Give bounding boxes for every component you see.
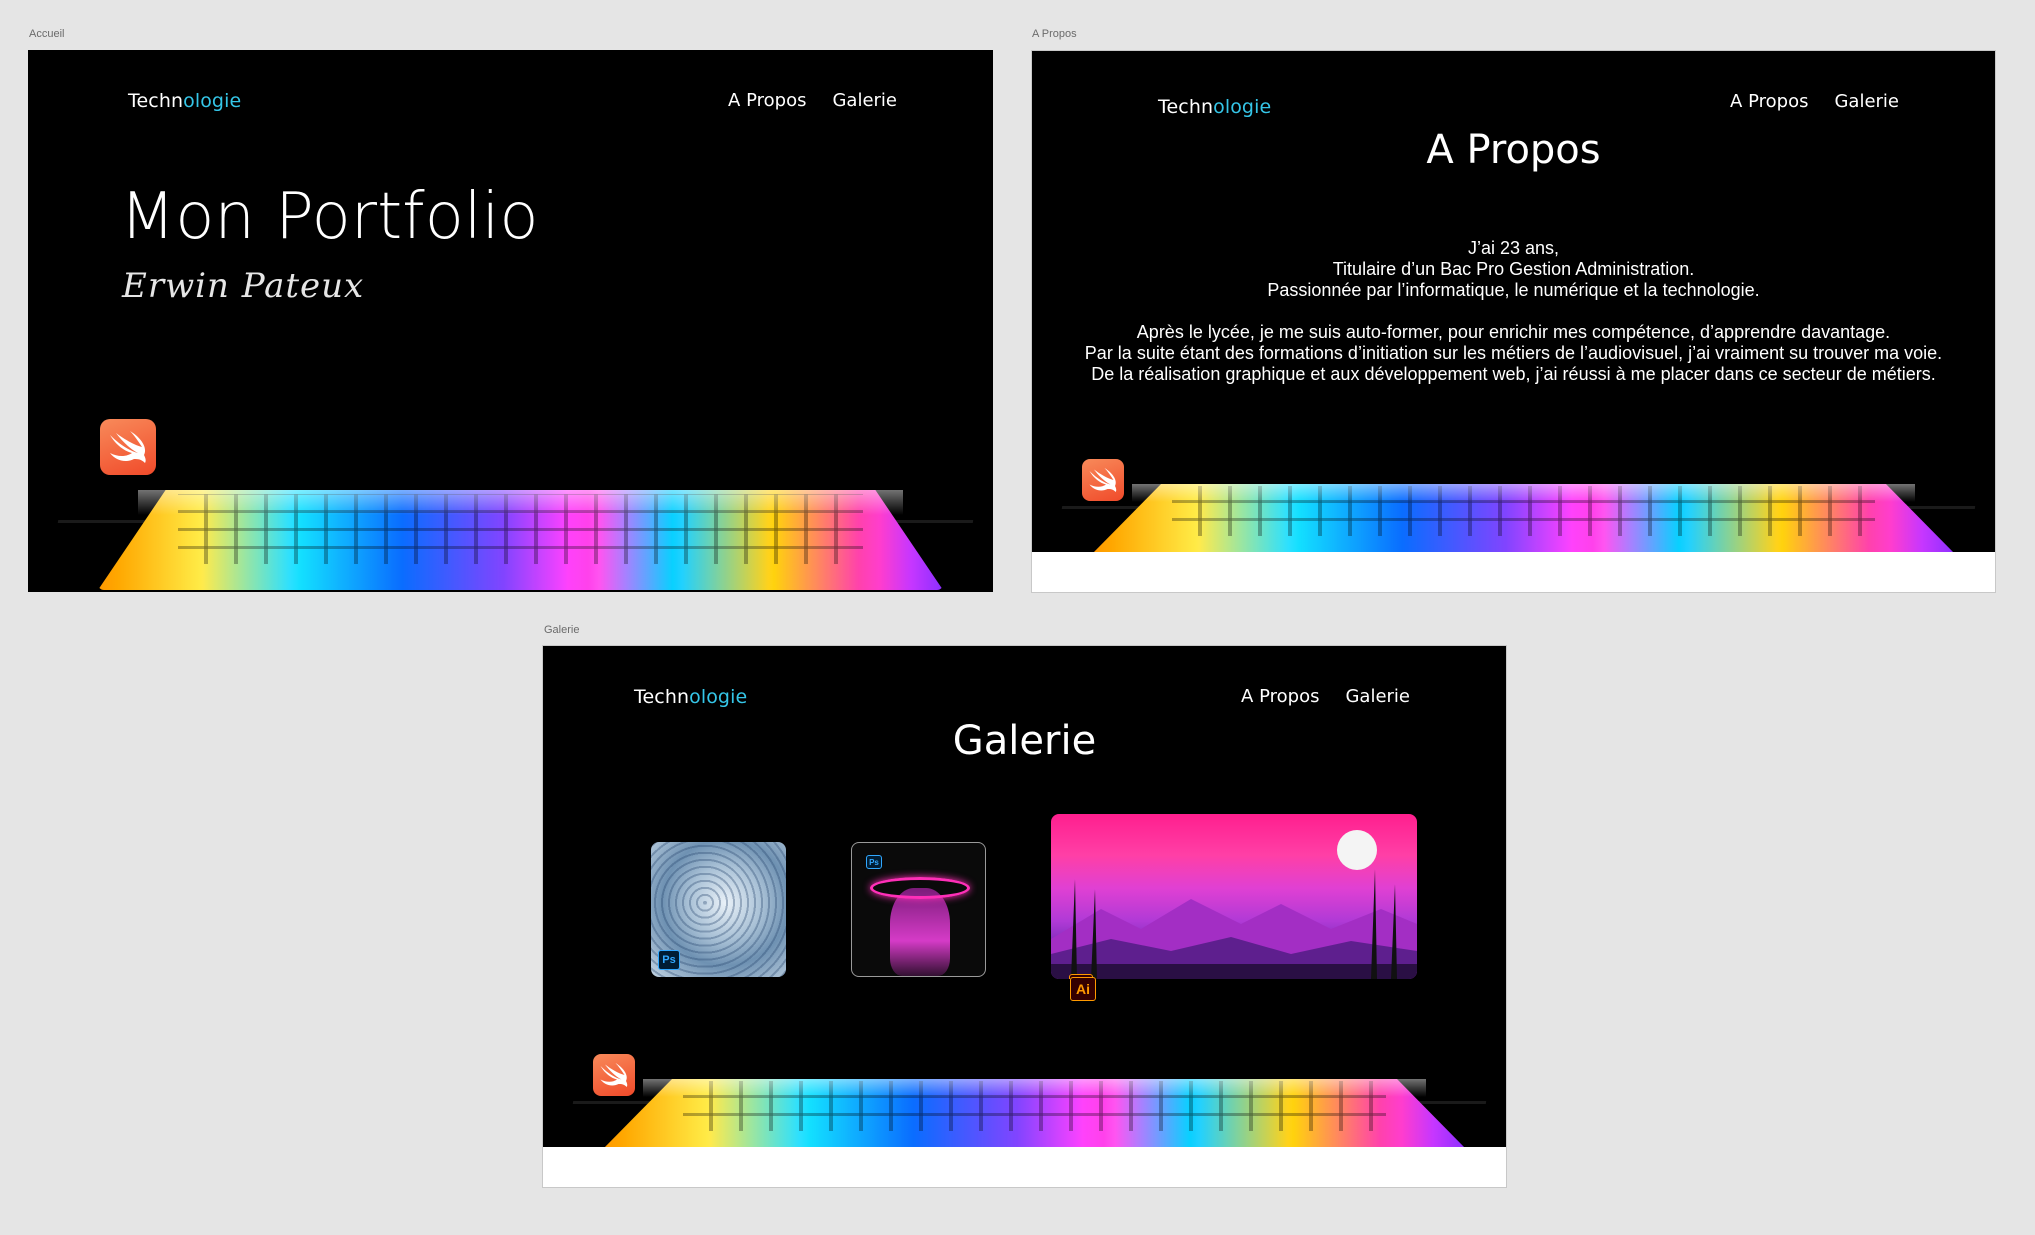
nav-link-a-propos[interactable]: A Propos: [728, 90, 806, 111]
logo[interactable]: Technologie: [128, 90, 241, 112]
keyboard-illustration: [543, 1071, 1506, 1149]
logo-text-main: Techn: [634, 686, 690, 708]
logo-text-main: Techn: [1158, 96, 1214, 118]
main-nav: A Propos Galerie: [1730, 91, 1899, 112]
mountain-illustration: [1051, 869, 1417, 979]
about-line: Passionnée par l’informatique, le numéri…: [1267, 280, 1760, 300]
about-line: J’ai 23 ans,: [1467, 238, 1560, 258]
illustrator-icon: Ai: [1070, 977, 1096, 1001]
logo[interactable]: Technologie: [1158, 96, 1271, 118]
logo[interactable]: Technologie: [634, 686, 747, 708]
about-line: De la réalisation graphique et aux dével…: [1091, 364, 1936, 384]
hero-subtitle: Erwin Pateux: [122, 266, 365, 306]
page-footer-area: [1032, 552, 1995, 592]
logo-text-main: Techn: [128, 90, 184, 112]
nav-link-galerie[interactable]: Galerie: [1345, 686, 1410, 707]
main-nav: A Propos Galerie: [1241, 686, 1410, 707]
about-text: J’ai 23 ans, Titulaire d’un Bac Pro Gest…: [1032, 238, 1995, 385]
swift-icon: [593, 1054, 635, 1096]
swift-icon: [1082, 459, 1124, 501]
gallery-image-landscape[interactable]: Ai: [1051, 814, 1417, 979]
page-title: A Propos: [1426, 127, 1601, 173]
frame-galerie[interactable]: Technologie A Propos Galerie Galerie Ps …: [542, 645, 1507, 1188]
about-line: Titulaire d’un Bac Pro Gestion Administr…: [1332, 259, 1695, 279]
page-footer-area: [543, 1147, 1506, 1187]
logo-text-accent: ologie: [183, 90, 242, 112]
nav-link-galerie[interactable]: Galerie: [1834, 91, 1899, 112]
frame-accueil[interactable]: Technologie A Propos Galerie Mon Portfol…: [28, 50, 993, 592]
gallery-image-neon-halo[interactable]: Ps: [851, 842, 986, 977]
main-nav: A Propos Galerie: [728, 90, 897, 111]
frame-label-apropos: A Propos: [1032, 28, 1077, 40]
about-line: Après le lycée, je me suis auto-former, …: [1136, 322, 1891, 342]
nav-link-galerie[interactable]: Galerie: [832, 90, 897, 111]
keyboard-illustration: [1032, 476, 1995, 554]
frame-a-propos[interactable]: Technologie A Propos Galerie A Propos J’…: [1031, 50, 1996, 593]
photoshop-icon: Ps: [658, 950, 680, 970]
gallery-image-smoke-portrait[interactable]: Ps: [651, 842, 786, 977]
page-title: Galerie: [952, 718, 1097, 764]
logo-text-accent: ologie: [1213, 96, 1272, 118]
frame-label-galerie: Galerie: [544, 624, 580, 636]
nav-link-a-propos[interactable]: A Propos: [1730, 91, 1808, 112]
hero-title: Mon Portfolio: [120, 180, 539, 254]
keyboard-illustration: [28, 480, 993, 592]
about-line: Par la suite étant des formations d’init…: [1084, 343, 1943, 363]
nav-link-a-propos[interactable]: A Propos: [1241, 686, 1319, 707]
frame-label-accueil: Accueil: [29, 28, 65, 40]
logo-text-accent: ologie: [689, 686, 748, 708]
swift-icon: [100, 419, 156, 475]
photoshop-icon: Ps: [866, 855, 882, 869]
